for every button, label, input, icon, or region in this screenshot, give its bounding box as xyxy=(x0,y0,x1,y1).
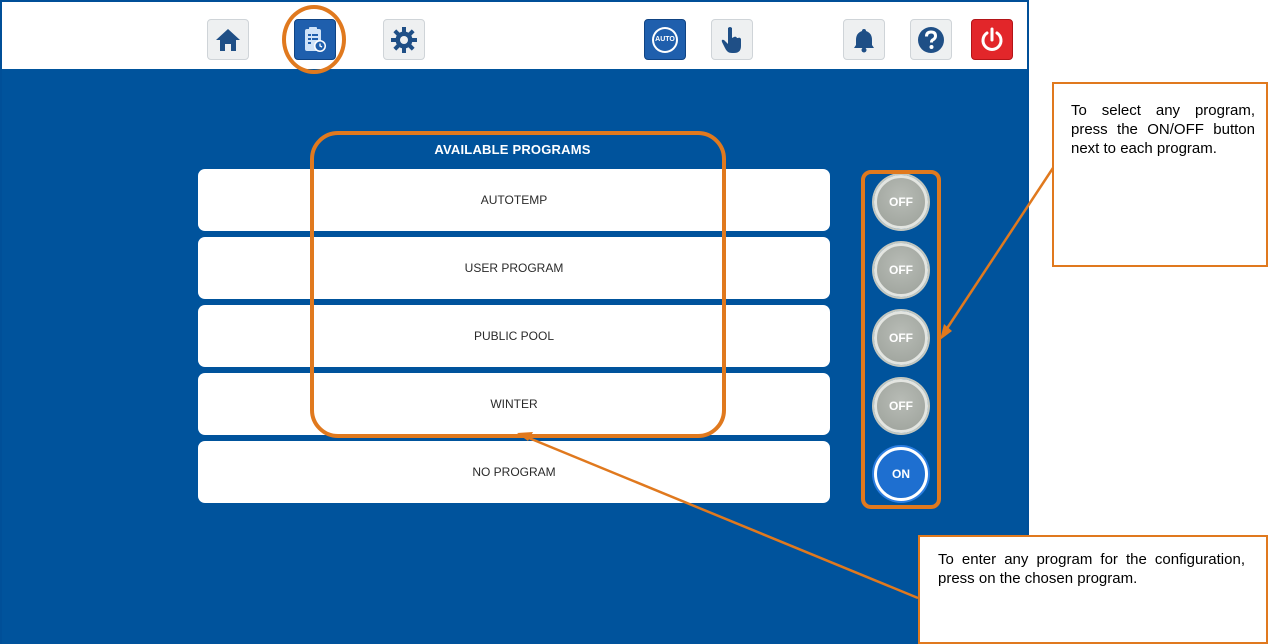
arrow-to-programs xyxy=(523,434,919,600)
arrowhead-toggles xyxy=(940,324,952,340)
callout-select-text: To select any program, press the ON/OFF … xyxy=(1071,102,1255,157)
arrow-to-toggles xyxy=(942,167,1055,334)
callout-select-program: To select any program, press the ON/OFF … xyxy=(1052,82,1268,267)
callout-enter-program: To enter any program for the configurati… xyxy=(918,535,1268,644)
callout-enter-text: To enter any program for the configurati… xyxy=(938,551,1245,587)
